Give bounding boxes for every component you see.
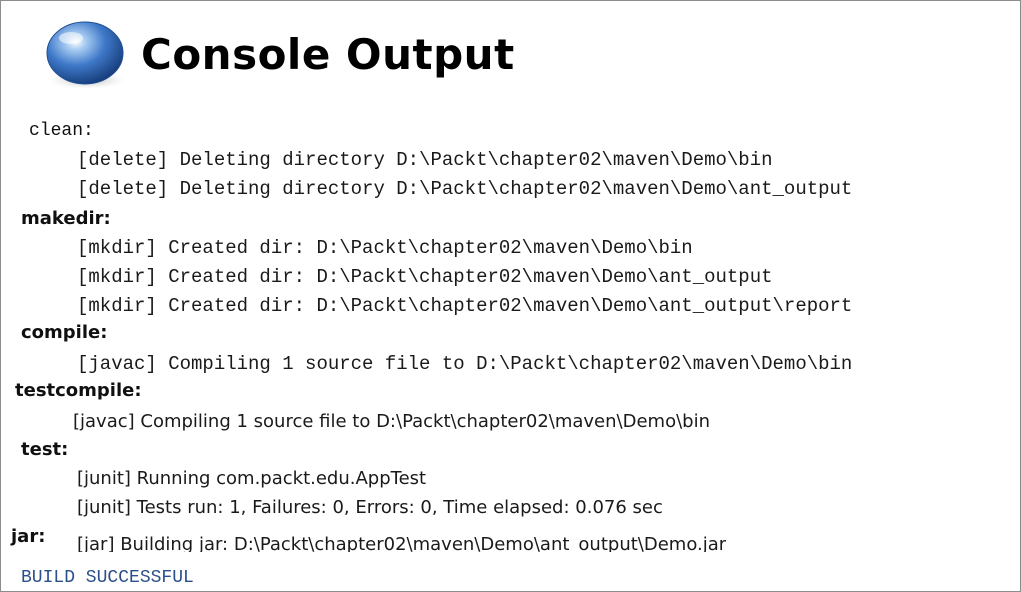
build-status: BUILD SUCCESSFUL bbox=[21, 568, 194, 588]
log-line-jar-building: [jar] Building jar: D:\Packt\chapter02\m… bbox=[77, 534, 727, 552]
target-compile: compile: bbox=[21, 322, 108, 343]
target-test: test: bbox=[21, 439, 69, 460]
page-header: Console Output bbox=[41, 15, 515, 95]
log-line-delete-ant-output: [delete] Deleting directory D:\Packt\cha… bbox=[77, 178, 853, 200]
log-line-junit-results: [junit] Tests run: 1, Failures: 0, Error… bbox=[77, 497, 663, 518]
log-line-mkdir-ant-output: [mkdir] Created dir: D:\Packt\chapter02\… bbox=[77, 266, 773, 288]
console-output-panel: Console Output clean: [delete] Deleting … bbox=[0, 0, 1021, 592]
target-jar: jar: bbox=[11, 526, 46, 547]
target-clean: clean: bbox=[29, 121, 94, 141]
log-line-junit-running: [junit] Running com.packt.edu.AppTest bbox=[77, 468, 427, 489]
log-line-javac-compile: [javac] Compiling 1 source file to D:\Pa… bbox=[77, 353, 853, 375]
log-line-delete-bin: [delete] Deleting directory D:\Packt\cha… bbox=[77, 149, 773, 171]
log-line-mkdir-report: [mkdir] Created dir: D:\Packt\chapter02\… bbox=[77, 295, 853, 317]
blue-ball-icon bbox=[46, 21, 125, 89]
page-title: Console Output bbox=[141, 30, 515, 79]
log-line-mkdir-bin: [mkdir] Created dir: D:\Packt\chapter02\… bbox=[77, 237, 693, 259]
log-line-javac-testcompile: [javac] Compiling 1 source file to D:\Pa… bbox=[73, 411, 710, 432]
target-makedir: makedir: bbox=[21, 208, 111, 229]
target-testcompile: testcompile: bbox=[15, 380, 142, 401]
